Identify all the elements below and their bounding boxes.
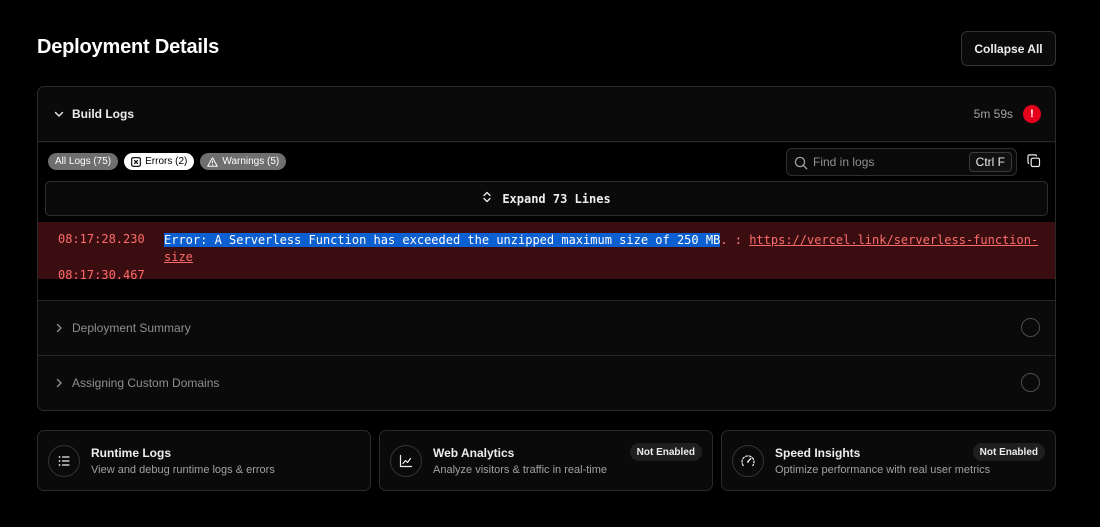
pending-status-icon (1021, 318, 1040, 337)
section-label: Deployment Summary (72, 321, 191, 335)
chevron-down-icon (52, 107, 66, 121)
card-description: Analyze visitors & traffic in real-time (433, 464, 608, 476)
log-timestamp: 08:17:30.467 (58, 268, 145, 282)
log-message-rest: . : (720, 233, 750, 247)
build-logs-header[interactable]: Build Logs 5m 59s ! (38, 87, 1055, 142)
card-title: Web Analytics (433, 446, 515, 460)
error-log-block: 08:17:28.230 Error: A Serverless Functio… (38, 222, 1055, 282)
x-square-icon (131, 156, 141, 167)
card-speed-insights[interactable]: Speed Insights Optimize performance with… (721, 430, 1056, 491)
log-timestamp: 08:17:28.230 (58, 232, 145, 246)
expand-lines-label: Expand 73 Lines (502, 191, 611, 206)
collapse-all-button[interactable]: Collapse All (961, 31, 1056, 66)
expand-lines-button[interactable]: Expand 73 Lines (45, 181, 1048, 216)
filter-label: All Logs (75) (55, 156, 112, 167)
section-deployment-summary[interactable]: Deployment Summary (38, 300, 1055, 355)
filter-label: Errors (2) (145, 156, 188, 167)
card-web-analytics[interactable]: Web Analytics Analyze visitors & traffic… (379, 430, 713, 491)
log-message: Error: A Serverless Function has exceede… (164, 232, 1044, 266)
card-title: Runtime Logs (91, 446, 171, 460)
list-icon (48, 445, 80, 477)
page-title: Deployment Details (37, 36, 220, 58)
section-assigning-custom-domains[interactable]: Assigning Custom Domains (38, 355, 1055, 410)
error-status-icon: ! (1023, 105, 1041, 123)
log-filters: All Logs (75) Errors (2) Warnings (5) (48, 153, 287, 170)
build-duration: 5m 59s (973, 107, 1013, 121)
feature-cards: Runtime Logs View and debug runtime logs… (37, 430, 1056, 491)
status-badge: Not Enabled (629, 443, 702, 461)
card-description: Optimize performance with real user metr… (775, 464, 991, 476)
filter-warnings[interactable]: Warnings (5) (200, 153, 287, 170)
log-search: Ctrl F (786, 148, 1017, 176)
deployment-details-panel: Build Logs 5m 59s ! All Logs (75) Errors… (37, 86, 1056, 411)
gauge-icon (732, 445, 764, 477)
search-icon (794, 156, 808, 175)
chevron-right-icon (52, 321, 66, 335)
log-search-input[interactable] (813, 154, 963, 170)
chevron-up-down-icon (482, 191, 492, 206)
selected-text: Error: A Serverless Function has exceede… (164, 233, 721, 247)
build-logs-title: Build Logs (72, 107, 134, 121)
filter-label: Warnings (5) (222, 156, 280, 167)
build-logs-body: All Logs (75) Errors (2) Warnings (5) Ct… (38, 143, 1055, 300)
status-badge: Not Enabled (972, 443, 1045, 461)
section-label: Assigning Custom Domains (72, 376, 220, 390)
pending-status-icon (1021, 373, 1040, 392)
card-runtime-logs[interactable]: Runtime Logs View and debug runtime logs… (37, 430, 371, 491)
filter-all-logs[interactable]: All Logs (75) (48, 153, 119, 170)
chevron-right-icon (52, 376, 66, 390)
card-description: View and debug runtime logs & errors (91, 464, 275, 476)
warning-triangle-icon (207, 156, 219, 167)
filter-errors[interactable]: Errors (2) (124, 153, 195, 170)
keyboard-shortcut: Ctrl F (968, 152, 1012, 172)
copy-icon[interactable] (1027, 154, 1043, 170)
chart-line-icon (390, 445, 422, 477)
card-title: Speed Insights (775, 446, 861, 460)
